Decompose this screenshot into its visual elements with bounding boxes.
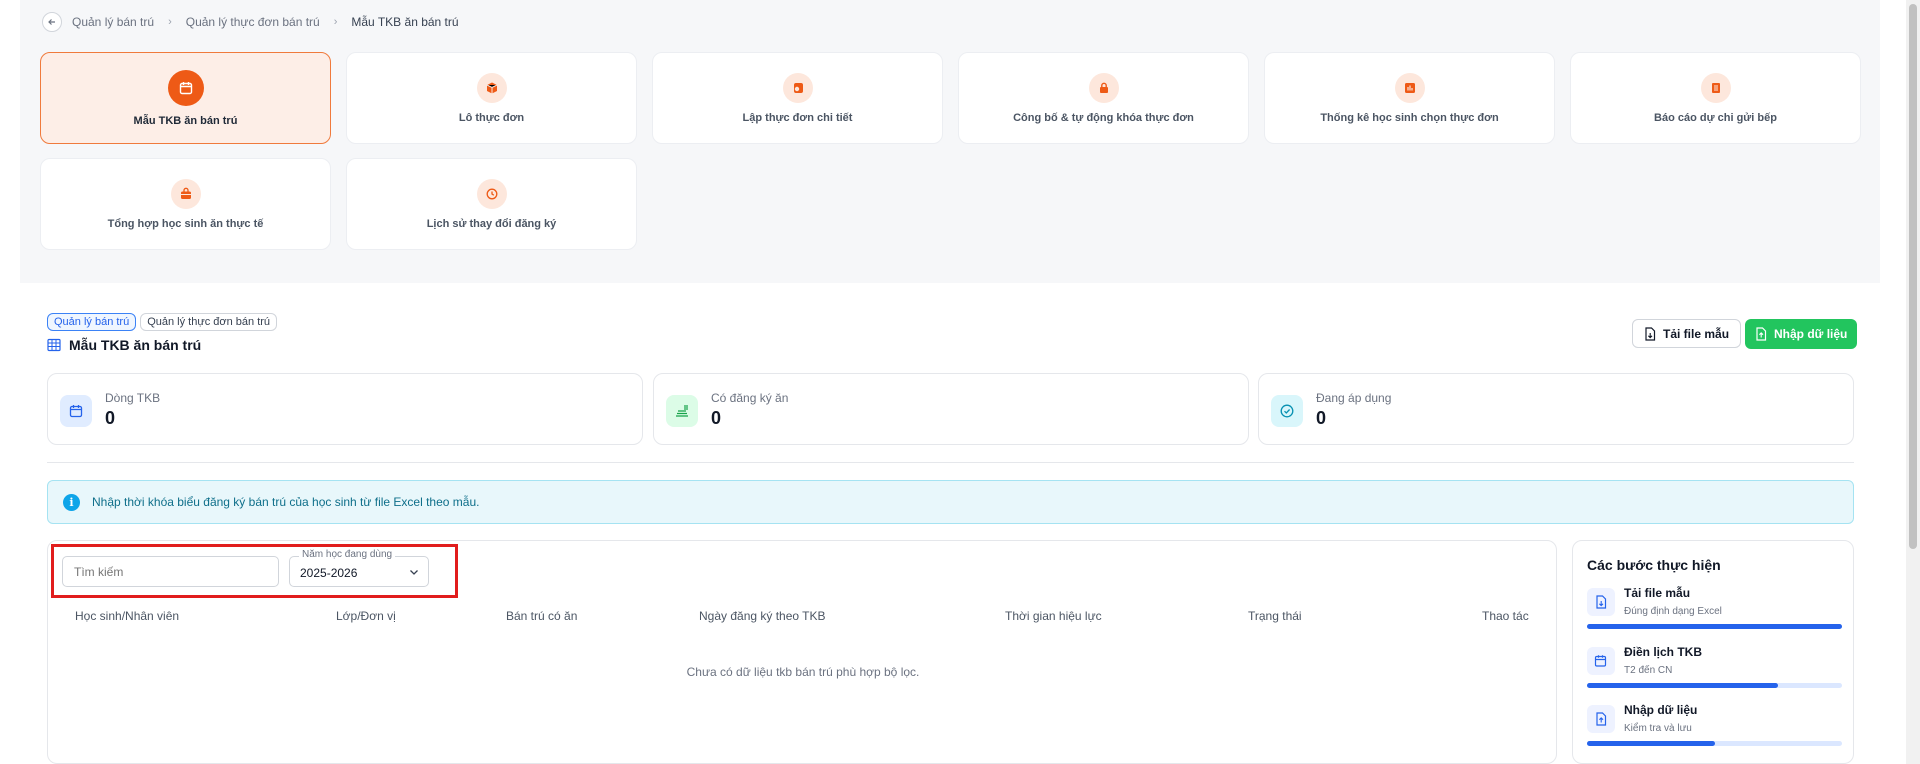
module-header-area: Quản lý bán trú › Quản lý thực đơn bán t… bbox=[20, 0, 1880, 283]
column-header[interactable]: Học sinh/Nhân viên bbox=[75, 609, 179, 623]
stat-card-dong-tkb: Dòng TKB 0 bbox=[47, 373, 643, 445]
column-header[interactable]: Bán trú có ăn bbox=[506, 609, 577, 623]
page-scrollbar[interactable] bbox=[1906, 0, 1920, 764]
chevron-right-icon: › bbox=[333, 16, 338, 28]
section-pills: Quản lý bán trú Quản lý thực đơn bán trú bbox=[47, 312, 281, 331]
column-header[interactable]: Thời gian hiệu lực bbox=[1005, 609, 1102, 623]
check-circle-icon bbox=[1271, 395, 1303, 427]
file-download-icon bbox=[1645, 326, 1656, 341]
download-template-label: Tải file mẫu bbox=[1663, 326, 1730, 341]
step-title: Nhập dữ liệu bbox=[1624, 703, 1698, 717]
column-header[interactable]: Lớp/Đơn vị bbox=[336, 609, 396, 623]
empty-state-text: Chưa có dữ liệu tkb bán trú phù hợp bộ l… bbox=[686, 665, 920, 679]
calendar-edit-icon bbox=[1587, 647, 1615, 675]
tile-tong-hop[interactable]: Tổng hợp học sinh ăn thực tế bbox=[40, 158, 331, 250]
divider bbox=[47, 462, 1854, 463]
box-icon bbox=[476, 72, 507, 103]
download-template-button[interactable]: Tải file mẫu bbox=[1632, 319, 1742, 348]
steps-panel: Các bước thực hiện Tải file mẫu Đúng địn… bbox=[1572, 540, 1854, 764]
tile-lo-thuc-don[interactable]: Lô thực đơn bbox=[346, 52, 637, 144]
tile-thong-ke[interactable]: Thống kê học sinh chọn thực đơn bbox=[1264, 52, 1555, 144]
stat-card-co-dang-ky: Có đăng ký ăn 0 bbox=[653, 373, 1249, 445]
step-subtitle: Đúng định dạng Excel bbox=[1624, 606, 1722, 617]
column-header[interactable]: Ngày đăng ký theo TKB bbox=[699, 609, 826, 623]
tile-bao-cao[interactable]: Báo cáo dự chi gửi bếp bbox=[1570, 52, 1861, 144]
info-icon: i bbox=[63, 493, 80, 511]
pill-quan-ly-ban-tru[interactable]: Quản lý bán trú bbox=[47, 313, 137, 331]
step-progress-bar bbox=[1587, 683, 1842, 688]
bag-icon bbox=[170, 178, 201, 209]
recipe-icon bbox=[782, 72, 813, 103]
step-progress-bar bbox=[1587, 624, 1842, 629]
step-subtitle: Kiểm tra và lưu bbox=[1624, 723, 1692, 734]
tile-label: Lịch sử thay đổi đăng ký bbox=[426, 217, 557, 230]
tile-label: Lô thực đơn bbox=[458, 111, 525, 124]
step-subtitle: T2 đến CN bbox=[1624, 665, 1673, 676]
breadcrumb-item-home[interactable]: Quản lý bán trú bbox=[72, 15, 154, 29]
report-icon bbox=[1700, 72, 1731, 103]
file-import-icon bbox=[1587, 705, 1615, 733]
history-icon bbox=[476, 178, 507, 209]
column-header[interactable]: Thao tác bbox=[1482, 609, 1529, 623]
breadcrumb-item-current: Mẫu TKB ăn bán trú bbox=[351, 15, 459, 29]
breadcrumb: Quản lý bán trú › Quản lý thực đơn bán t… bbox=[42, 12, 459, 32]
scrollbar-thumb[interactable] bbox=[1909, 4, 1917, 549]
import-data-button[interactable]: Nhập dữ liệu bbox=[1745, 319, 1858, 349]
table-icon bbox=[47, 338, 61, 352]
back-button[interactable] bbox=[42, 12, 62, 32]
breadcrumb-item-menu[interactable]: Quản lý thực đơn bán trú bbox=[186, 15, 320, 29]
lock-icon bbox=[1088, 72, 1119, 103]
column-header[interactable]: Trạng thái bbox=[1248, 609, 1302, 623]
tile-cong-bo[interactable]: Công bố & tự động khóa thực đơn bbox=[958, 52, 1249, 144]
step-progress-fill bbox=[1587, 683, 1779, 688]
step-progress-fill bbox=[1587, 741, 1715, 746]
arrow-left-icon bbox=[48, 19, 55, 25]
section-header: Quản lý bán trú Quản lý thực đơn bán trú … bbox=[47, 312, 281, 353]
tile-label: Mẫu TKB ăn bán trú bbox=[133, 114, 238, 127]
file-import-icon bbox=[1756, 327, 1767, 341]
page-title: Mẫu TKB ăn bán trú bbox=[47, 337, 281, 353]
stat-card-dang-ap-dung: Đang áp dụng 0 bbox=[1258, 373, 1854, 445]
stat-label: Dòng TKB bbox=[105, 391, 161, 405]
step-progress-fill bbox=[1587, 624, 1842, 629]
chevron-right-icon: › bbox=[168, 16, 172, 28]
step-title: Tải file mẫu bbox=[1624, 586, 1691, 600]
page-title-text: Mẫu TKB ăn bán trú bbox=[69, 337, 202, 353]
stat-label: Có đăng ký ăn bbox=[711, 391, 789, 405]
tile-label: Lập thực đơn chi tiết bbox=[742, 111, 853, 124]
calendar-icon bbox=[60, 395, 92, 427]
page: Quản lý bán trú › Quản lý thực đơn bán t… bbox=[0, 0, 1920, 764]
tile-label: Báo cáo dự chi gửi bếp bbox=[1654, 111, 1777, 124]
calendar-icon bbox=[167, 69, 204, 106]
step-title: Điền lịch TKB bbox=[1624, 645, 1703, 659]
stat-value: 0 bbox=[711, 408, 722, 428]
step-progress-bar bbox=[1587, 741, 1842, 746]
info-text: Nhập thời khóa biểu đăng ký bán trú của … bbox=[92, 495, 480, 509]
filter-highlight-box bbox=[51, 544, 458, 598]
steps-title: Các bước thực hiện bbox=[1587, 557, 1721, 573]
tile-lap-thuc-don[interactable]: Lập thực đơn chi tiết bbox=[652, 52, 943, 144]
pill-quan-ly-thuc-don[interactable]: Quản lý thực đơn bán trú bbox=[140, 313, 278, 331]
tile-label: Công bố & tự động khóa thực đơn bbox=[1013, 111, 1194, 124]
tile-label: Thống kê học sinh chọn thực đơn bbox=[1320, 111, 1499, 124]
stat-label: Đang áp dụng bbox=[1316, 391, 1392, 405]
tile-label: Tổng hợp học sinh ăn thực tế bbox=[107, 217, 264, 230]
file-icon bbox=[1587, 588, 1615, 616]
import-data-label: Nhập dữ liệu bbox=[1774, 327, 1848, 341]
stat-value: 0 bbox=[1316, 408, 1327, 428]
food-icon bbox=[666, 395, 698, 427]
tile-lich-su[interactable]: Lịch sử thay đổi đăng ký bbox=[346, 158, 637, 250]
chart-icon bbox=[1394, 72, 1425, 103]
info-alert: i Nhập thời khóa biểu đăng ký bán trú củ… bbox=[47, 480, 1854, 524]
stat-value: 0 bbox=[105, 408, 116, 428]
tile-mau-tkb[interactable]: Mẫu TKB ăn bán trú bbox=[40, 52, 331, 144]
